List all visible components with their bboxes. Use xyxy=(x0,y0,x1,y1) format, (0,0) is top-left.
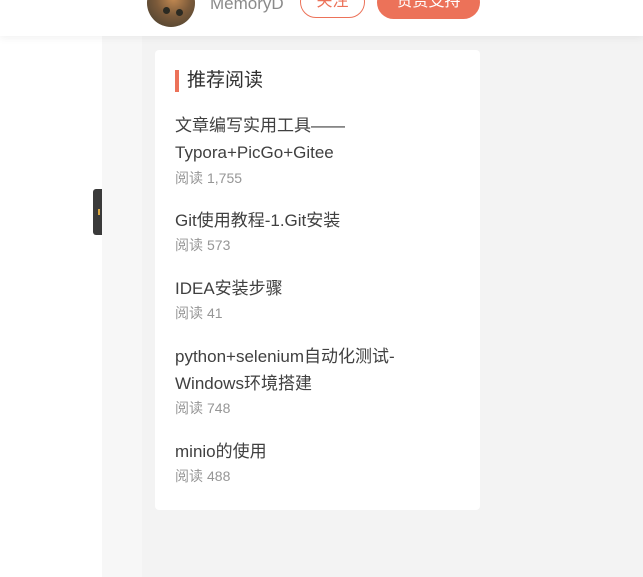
article-title-line: python+selenium自动化测试- xyxy=(175,347,395,366)
page: MemoryD 关注 赞赏支持 推荐阅读 文章编写实用工具—— Typora+P… xyxy=(0,0,643,577)
left-margin xyxy=(0,0,102,577)
read-label: 阅读 xyxy=(175,305,203,321)
article-read-count: 阅读 1,755 xyxy=(175,168,465,188)
read-count-value: 573 xyxy=(207,237,231,253)
recommended-reading-card: 推荐阅读 文章编写实用工具—— Typora+PicGo+Gitee 阅读 1,7… xyxy=(155,50,480,510)
article-title[interactable]: minio的使用 xyxy=(175,438,465,465)
side-toggle-mark xyxy=(98,209,100,215)
article-title-line: 文章编写实用工具—— xyxy=(175,116,345,135)
article-read-count: 阅读 573 xyxy=(175,235,465,255)
author-name[interactable]: MemoryD xyxy=(210,0,284,14)
read-label: 阅读 xyxy=(175,400,203,416)
recommended-article[interactable]: python+selenium自动化测试- Windows环境搭建 阅读 748 xyxy=(175,343,465,418)
recommended-article[interactable]: Git使用教程-1.Git安装 阅读 573 xyxy=(175,207,465,255)
article-read-count: 阅读 488 xyxy=(175,466,465,486)
follow-button[interactable]: 关注 xyxy=(300,0,365,18)
recommended-article[interactable]: minio的使用 阅读 488 xyxy=(175,438,465,486)
article-title-line: IDEA安装步骤 xyxy=(175,279,283,298)
author-avatar[interactable] xyxy=(147,0,195,27)
article-read-count: 阅读 748 xyxy=(175,398,465,418)
avatar-detail xyxy=(176,9,183,16)
article-title-line: Typora+PicGo+Gitee xyxy=(175,143,334,162)
read-label: 阅读 xyxy=(175,237,203,253)
recommended-article[interactable]: IDEA安装步骤 阅读 41 xyxy=(175,275,465,323)
recommended-article[interactable]: 文章编写实用工具—— Typora+PicGo+Gitee 阅读 1,755 xyxy=(175,112,465,188)
read-count-value: 488 xyxy=(207,468,231,484)
read-count-value: 41 xyxy=(207,305,223,321)
left-gutter xyxy=(102,0,142,577)
avatar-detail xyxy=(163,7,170,14)
author-header: MemoryD 关注 赞赏支持 xyxy=(0,0,643,36)
article-title-line: Windows环境搭建 xyxy=(175,374,312,393)
side-toggle-icon[interactable] xyxy=(93,189,102,235)
article-title-line: minio的使用 xyxy=(175,442,267,461)
article-title-line: Git使用教程-1.Git安装 xyxy=(175,211,341,230)
article-title[interactable]: 文章编写实用工具—— Typora+PicGo+Gitee xyxy=(175,112,465,166)
support-button[interactable]: 赞赏支持 xyxy=(377,0,480,19)
article-title[interactable]: python+selenium自动化测试- Windows环境搭建 xyxy=(175,343,465,397)
read-label: 阅读 xyxy=(175,170,203,186)
article-read-count: 阅读 41 xyxy=(175,303,465,323)
read-count-value: 1,755 xyxy=(207,170,243,186)
read-count-value: 748 xyxy=(207,400,231,416)
recommended-reading-title: 推荐阅读 xyxy=(175,70,263,92)
read-label: 阅读 xyxy=(175,468,203,484)
article-title[interactable]: IDEA安装步骤 xyxy=(175,275,465,302)
article-title[interactable]: Git使用教程-1.Git安装 xyxy=(175,207,465,234)
